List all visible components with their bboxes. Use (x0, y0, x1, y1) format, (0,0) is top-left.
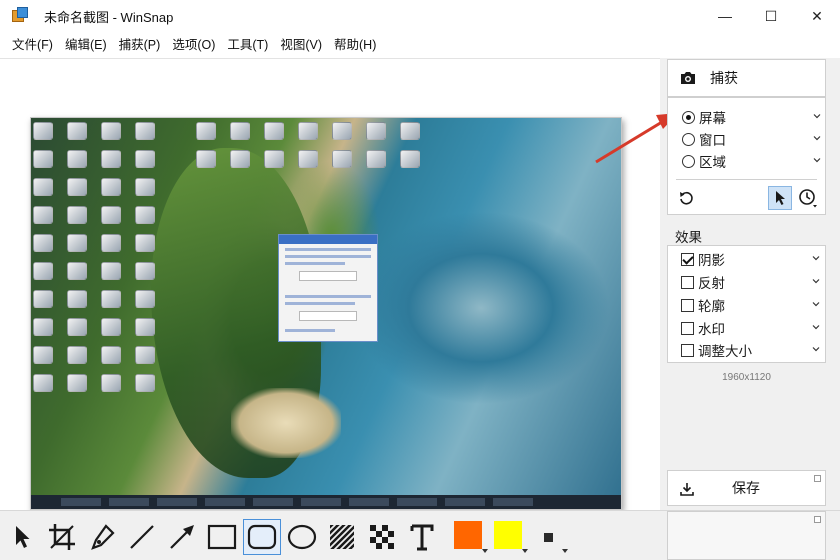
menu-options[interactable]: 选项(O) (166, 32, 221, 58)
mode-screen-radio[interactable] (682, 110, 695, 124)
screenshot-top-icons (196, 122, 422, 174)
menu-bar: 文件(F) 编辑(E) 捕获(P) 选项(O) 工具(T) 视图(V) 帮助(H… (0, 32, 840, 58)
save-button[interactable]: 保存 (667, 470, 826, 506)
screenshot-beach (231, 388, 341, 458)
screenshot-desktop-icons (33, 122, 183, 432)
fill-color-dropdown-icon[interactable] (482, 549, 488, 553)
camera-icon (680, 71, 696, 88)
effect-watermark-label: 水印 (698, 322, 725, 337)
mode-region-radio[interactable] (682, 154, 695, 168)
effect-shadow-checkbox[interactable] (681, 252, 694, 266)
chevron-down-icon[interactable] (811, 322, 821, 332)
title-bar: 未命名截图 - WinSnap — ☐ ✕ (0, 0, 840, 32)
menu-view[interactable]: 视图(V) (274, 32, 328, 58)
mode-panel-divider (676, 179, 817, 180)
download-icon (680, 482, 694, 499)
fill-color-swatch[interactable] (454, 521, 482, 549)
secondary-options-toggle[interactable] (814, 516, 821, 523)
outline-color-swatch[interactable] (494, 521, 522, 549)
line-width-dropdown-icon[interactable] (562, 549, 568, 553)
effect-resize-checkbox[interactable] (681, 343, 694, 357)
captured-screenshot-image[interactable] (30, 117, 622, 510)
effects-panel: 阴影 反射 轮廓 水印 调整大小 (667, 245, 826, 363)
effect-shadow-option[interactable]: 阴影 (681, 249, 821, 269)
save-options-toggle[interactable] (814, 475, 821, 482)
save-button-label: 保存 (732, 480, 760, 496)
crop-tool-icon[interactable] (44, 519, 80, 555)
chevron-down-icon[interactable] (811, 276, 821, 286)
effect-reflection-label: 反射 (698, 276, 725, 291)
mode-window-label: 窗口 (699, 133, 726, 148)
pixelate-tool-icon[interactable] (364, 519, 400, 555)
close-button[interactable]: ✕ (794, 0, 840, 32)
text-tool-icon[interactable] (404, 519, 440, 555)
effect-reflection-checkbox[interactable] (681, 275, 694, 289)
outline-color-dropdown-icon[interactable] (522, 549, 528, 553)
cursor-toggle-icon[interactable] (768, 186, 792, 210)
menu-file[interactable]: 文件(F) (6, 32, 59, 58)
maximize-button[interactable]: ☐ (748, 0, 794, 32)
capture-button[interactable]: 捕获 (667, 59, 826, 97)
mode-region-option[interactable]: 区域 (682, 151, 822, 171)
chevron-down-icon[interactable] (812, 133, 822, 143)
effect-watermark-option[interactable]: 水印 (681, 318, 821, 338)
menu-tools[interactable]: 工具(T) (221, 32, 274, 58)
arrow-tool-icon[interactable] (164, 519, 200, 555)
repeat-capture-icon[interactable] (674, 186, 698, 210)
mode-window-radio[interactable] (682, 132, 695, 146)
chevron-down-icon[interactable] (811, 299, 821, 309)
pointer-tool-icon[interactable] (4, 519, 40, 555)
ellipse-tool-icon[interactable] (284, 519, 320, 555)
line-width-icon[interactable] (530, 519, 566, 555)
pen-tool-icon[interactable] (84, 519, 120, 555)
menu-edit[interactable]: 编辑(E) (59, 32, 113, 58)
chevron-down-icon[interactable] (812, 155, 822, 165)
capture-mode-panel: 屏幕 窗口 区域 (667, 97, 826, 215)
minimize-button[interactable]: — (702, 0, 748, 32)
chevron-down-icon[interactable] (811, 253, 821, 263)
mode-screen-label: 屏幕 (699, 111, 726, 126)
winsnap-app-icon (12, 7, 30, 25)
capture-button-label: 捕获 (710, 70, 738, 86)
chevron-down-icon[interactable] (812, 111, 822, 121)
screenshot-dialog-window (278, 234, 378, 342)
timer-icon[interactable] (796, 186, 820, 210)
screenshot-taskbar (31, 495, 621, 509)
hatch-highlight-tool-icon[interactable] (324, 519, 360, 555)
mode-region-label: 区域 (699, 155, 726, 170)
rectangle-tool-icon[interactable] (204, 519, 240, 555)
line-tool-icon[interactable] (124, 519, 160, 555)
preview-canvas[interactable] (0, 58, 660, 510)
effect-watermark-checkbox[interactable] (681, 321, 694, 335)
menu-help[interactable]: 帮助(H) (328, 32, 382, 58)
mode-window-option[interactable]: 窗口 (682, 129, 822, 149)
menu-capture[interactable]: 捕获(P) (113, 32, 167, 58)
chevron-down-icon[interactable] (811, 344, 821, 354)
effect-outline-checkbox[interactable] (681, 298, 694, 312)
effect-shadow-label: 阴影 (698, 253, 725, 268)
image-size-readout: 1960x1120 (722, 372, 771, 383)
rounded-rectangle-tool-icon[interactable] (243, 519, 281, 555)
window-title: 未命名截图 - WinSnap (44, 9, 174, 25)
effect-resize-label: 调整大小 (698, 344, 752, 359)
effect-resize-option[interactable]: 调整大小 (681, 340, 821, 360)
mode-screen-option[interactable]: 屏幕 (682, 107, 822, 127)
effect-outline-option[interactable]: 轮廓 (681, 295, 821, 315)
effects-heading: 效果 (675, 230, 702, 245)
effect-outline-label: 轮廓 (698, 299, 725, 314)
secondary-action-button[interactable] (667, 511, 826, 560)
effect-reflection-option[interactable]: 反射 (681, 272, 821, 292)
